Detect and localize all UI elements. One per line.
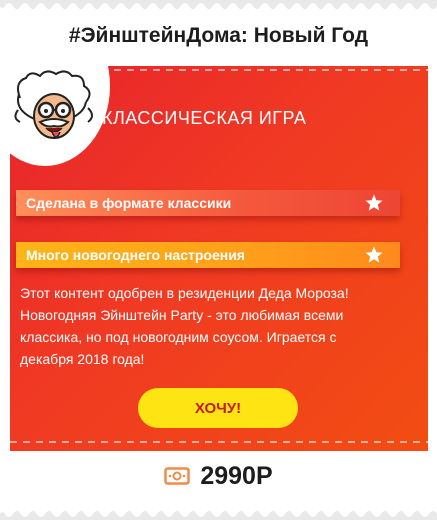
section-heading: КЛАССИЧЕСКАЯ ИГРА bbox=[102, 108, 307, 128]
promo-panel: КЛАССИЧЕСКАЯ ИГРА Сделана в формате клас… bbox=[10, 66, 428, 451]
product-card: #ЭйнштейнДома: Новый Год КЛАССИЧЕСКАЯ ИГ… bbox=[0, 0, 437, 520]
feature-ribbon: Много новогоднего настроения bbox=[16, 242, 400, 268]
star-icon bbox=[365, 246, 383, 263]
star-icon bbox=[365, 194, 383, 211]
scalloped-top-edge bbox=[0, 0, 437, 9]
price-value: 2990Р bbox=[200, 461, 273, 490]
feature-label: Много новогоднего настроения bbox=[26, 247, 245, 263]
scalloped-bottom-edge bbox=[0, 511, 437, 520]
product-title: #ЭйнштейнДома: Новый Год bbox=[68, 24, 369, 47]
want-button[interactable]: ХОЧУ! bbox=[138, 388, 298, 428]
dashed-divider-bottom bbox=[10, 441, 428, 443]
feature-ribbon: Сделана в формате классики bbox=[16, 190, 400, 216]
feature-label: Сделана в формате классики bbox=[26, 195, 232, 211]
product-description: Этот контент одобрен в резиденции Деда М… bbox=[20, 285, 349, 367]
banknote-icon bbox=[164, 467, 191, 485]
einstein-mascot-icon bbox=[14, 70, 93, 139]
price-row: 2990Р bbox=[0, 458, 437, 494]
